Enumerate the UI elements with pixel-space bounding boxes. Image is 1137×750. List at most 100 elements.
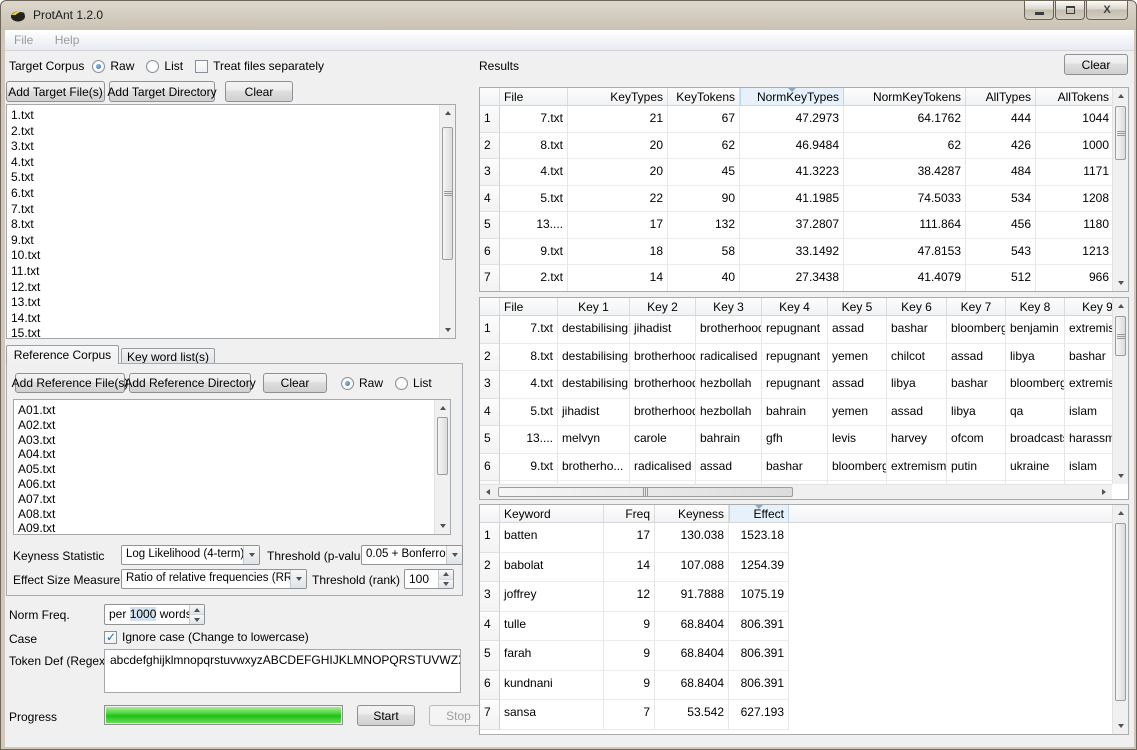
scroll-up-button[interactable] <box>1113 298 1128 314</box>
scroll-thumb[interactable] <box>437 417 448 475</box>
reference-raw-radio[interactable] <box>341 377 354 390</box>
start-button[interactable]: Start <box>357 705 415 726</box>
column-header[interactable]: KeyTokens <box>668 88 740 105</box>
column-header[interactable]: Keyness <box>655 505 729 522</box>
scroll-thumb[interactable] <box>1115 106 1126 160</box>
file-list-item[interactable]: 4.txt <box>11 155 439 171</box>
effect-size-select[interactable]: Ratio of relative frequencies (RRF) <box>121 569 307 589</box>
table-header[interactable]: KeywordFreqKeynessEffect <box>480 505 1112 523</box>
column-header[interactable]: File <box>500 88 568 105</box>
column-header[interactable]: File <box>500 298 558 315</box>
horizontal-scrollbar[interactable] <box>480 484 1112 499</box>
scroll-thumb[interactable] <box>1115 316 1126 356</box>
minimize-button[interactable] <box>1024 1 1054 20</box>
table-header[interactable]: FileKey 1Key 2Key 3Key 4Key 5Key 6Key 7K… <box>480 298 1112 316</box>
column-header[interactable]: KeyTypes <box>568 88 668 105</box>
tab-reference-corpus[interactable]: Reference Corpus <box>6 345 119 364</box>
column-header[interactable]: Key 7 <box>947 298 1006 315</box>
add-reference-directory-button[interactable]: Add Reference Directory <box>129 373 251 393</box>
table-row[interactable]: 69.txt185833.149247.81535431213 <box>480 239 1112 266</box>
file-list-item[interactable]: 1.txt <box>11 108 439 124</box>
scroll-down-button[interactable] <box>1113 718 1128 734</box>
table-row[interactable]: 3joffrey1291.78881075.19 <box>480 582 1112 612</box>
target-clear-button[interactable]: Clear <box>225 81 293 102</box>
column-header[interactable]: Key 3 <box>696 298 762 315</box>
token-def-input[interactable]: abcdefghijklmnopqrstuvwxyzABCDEFGHIJKLMN… <box>104 649 461 693</box>
ignore-case-checkbox[interactable] <box>104 631 117 644</box>
table-row[interactable]: 1batten17130.0381523.18 <box>480 523 1112 553</box>
file-list-item[interactable]: 2.txt <box>11 124 439 140</box>
column-header[interactable]: Key 1 <box>558 298 630 315</box>
column-header[interactable]: AllTypes <box>966 88 1036 105</box>
results-clear-button[interactable]: Clear <box>1064 54 1128 75</box>
table-row[interactable]: 45.txt229041.198574.50335341208 <box>480 186 1112 213</box>
scroll-thumb[interactable] <box>498 487 793 497</box>
target-file-list[interactable]: 1.txt2.txt3.txt4.txt5.txt6.txt7.txt8.txt… <box>6 104 456 339</box>
file-list-item[interactable]: A07.txt <box>18 492 434 507</box>
maximize-button[interactable] <box>1055 1 1085 20</box>
file-list-item[interactable]: 6.txt <box>11 186 439 202</box>
reference-clear-button[interactable]: Clear <box>263 373 327 393</box>
table-row[interactable]: 17.txtdestabilisingjihadistbrotherhoodre… <box>480 316 1112 344</box>
menu-file[interactable]: File <box>5 30 42 50</box>
menu-help[interactable]: Help <box>46 30 89 50</box>
table-row[interactable]: 4tulle968.8404806.391 <box>480 612 1112 642</box>
file-list-item[interactable]: 10.txt <box>11 248 439 264</box>
file-list-item[interactable]: 8.txt <box>11 217 439 233</box>
spinner-arrows[interactable] <box>189 605 204 624</box>
table-row[interactable]: 513....1713237.2807111.8644561180 <box>480 212 1112 239</box>
add-target-directory-button[interactable]: Add Target Directory <box>109 81 215 102</box>
table-row[interactable]: 28.txtdestabilisingbrotherhoodradicalise… <box>480 344 1112 372</box>
close-button[interactable]: X <box>1086 1 1128 20</box>
table-row[interactable]: 7sansa753.542627.193 <box>480 700 1112 730</box>
scroll-left-button[interactable] <box>480 485 496 499</box>
scroll-up-button[interactable] <box>1113 505 1128 521</box>
target-list-scrollbar[interactable] <box>439 105 455 338</box>
title-bar[interactable]: ProtAnt 1.2.0 X <box>1 1 1136 30</box>
table-row[interactable]: 6kundnani968.8404806.391 <box>480 671 1112 701</box>
scroll-up-button[interactable] <box>1113 88 1128 104</box>
column-header[interactable]: NormKeyTokens <box>844 88 966 105</box>
target-list-radio[interactable] <box>146 60 159 73</box>
file-list-item[interactable]: A02.txt <box>18 418 434 433</box>
scroll-thumb[interactable] <box>442 127 453 260</box>
results-keywords-table[interactable]: KeywordFreqKeynessEffect 1batten17130.03… <box>479 504 1129 735</box>
reference-file-list[interactable]: A01.txtA02.txtA03.txtA04.txtA05.txtA06.t… <box>13 399 451 535</box>
threshold-pvalue-select[interactable]: 0.05 + Bonferroni <box>361 545 463 565</box>
table-row[interactable]: 5farah968.8404806.391 <box>480 641 1112 671</box>
threshold-rank-spinner[interactable]: 100 <box>404 569 454 589</box>
table-row[interactable]: 28.txt206246.9484624261000 <box>480 133 1112 160</box>
add-target-files-button[interactable]: Add Target File(s) <box>6 81 105 102</box>
file-list-item[interactable]: 13.txt <box>11 295 439 311</box>
vertical-scrollbar[interactable] <box>1112 298 1128 484</box>
column-header[interactable]: Key 8 <box>1006 298 1065 315</box>
table-row[interactable]: 513....melvyncarolebahraingfhlevisharvey… <box>480 426 1112 454</box>
target-raw-radio[interactable] <box>92 60 105 73</box>
file-list-item[interactable]: 5.txt <box>11 170 439 186</box>
table-header[interactable]: FileKeyTypesKeyTokensNormKeyTypesNormKey… <box>480 88 1112 106</box>
file-list-item[interactable]: 14.txt <box>11 311 439 327</box>
file-list-item[interactable]: 9.txt <box>11 233 439 249</box>
reference-list-scrollbar[interactable] <box>434 400 450 534</box>
scroll-up-button[interactable] <box>440 105 455 121</box>
file-list-item[interactable]: A04.txt <box>18 447 434 462</box>
results-keys-table[interactable]: FileKey 1Key 2Key 3Key 4Key 5Key 6Key 7K… <box>479 297 1129 500</box>
scroll-down-button[interactable] <box>440 322 455 338</box>
column-header[interactable]: Keyword <box>500 505 604 522</box>
column-header[interactable]: Effect <box>729 505 789 522</box>
table-row[interactable]: 45.txtjihadistbrotherhoodhezbollahbahrai… <box>480 399 1112 427</box>
column-header[interactable]: Key 5 <box>828 298 887 315</box>
table-row[interactable]: 72.txt144027.343841.4079512966 <box>480 265 1112 291</box>
column-header[interactable]: Freq <box>604 505 655 522</box>
scroll-down-button[interactable] <box>1113 275 1128 291</box>
results-files-table[interactable]: FileKeyTypesKeyTokensNormKeyTypesNormKey… <box>479 87 1129 292</box>
treat-files-separately-checkbox[interactable] <box>195 60 208 73</box>
file-list-item[interactable]: 15.txt <box>11 326 439 338</box>
scroll-thumb[interactable] <box>1115 523 1126 701</box>
file-list-item[interactable]: 7.txt <box>11 202 439 218</box>
spinner-arrows[interactable] <box>438 570 453 588</box>
column-header[interactable]: Key 9 <box>1065 298 1112 315</box>
tab-keyword-lists[interactable]: Key word list(s) <box>121 348 215 364</box>
file-list-item[interactable]: A09.txt <box>18 521 434 534</box>
table-row[interactable]: 2babolat14107.0881254.39 <box>480 553 1112 583</box>
